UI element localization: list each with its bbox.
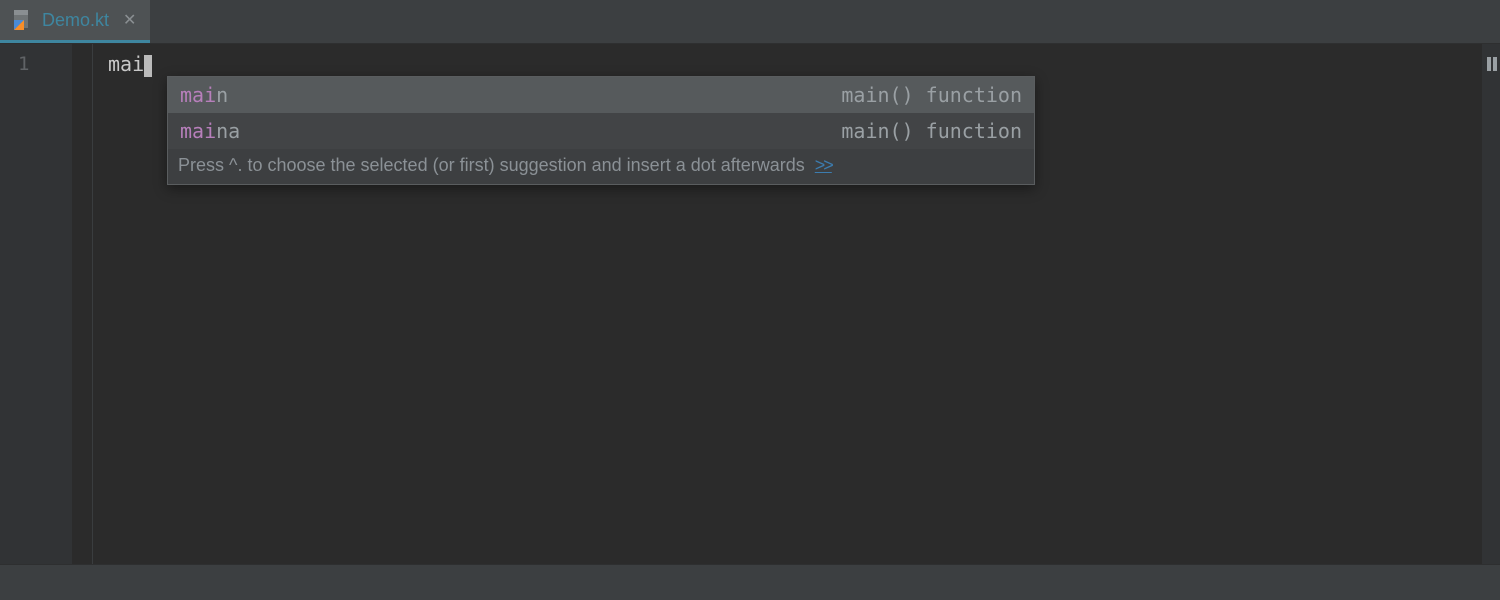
close-tab-icon[interactable]: ✕ xyxy=(123,10,136,30)
code-area[interactable]: mai main main() function maina main() fu… xyxy=(72,44,1482,564)
typed-text: mai xyxy=(108,52,144,76)
tab-bar: Demo.kt ✕ xyxy=(0,0,1500,44)
indent-guide xyxy=(92,44,93,564)
pause-icon[interactable] xyxy=(1486,52,1498,76)
autocomplete-hint: Press ^. to choose the selected (or firs… xyxy=(168,149,1034,184)
file-tab-label: Demo.kt xyxy=(42,10,109,31)
caret xyxy=(144,55,152,77)
editor[interactable]: 1 mai main main() function maina main() … xyxy=(0,44,1500,564)
autocomplete-more-link[interactable]: >> xyxy=(815,155,832,176)
code-line-1[interactable]: mai xyxy=(72,50,1482,78)
kotlin-file-icon xyxy=(10,8,34,32)
gutter: 1 xyxy=(0,44,72,564)
autocomplete-match: mai xyxy=(180,83,216,107)
right-gutter xyxy=(1482,44,1500,564)
status-bar xyxy=(0,564,1500,600)
autocomplete-desc: main() function xyxy=(841,83,1022,107)
autocomplete-rest: n xyxy=(216,83,228,107)
autocomplete-rest: na xyxy=(216,119,240,143)
autocomplete-item[interactable]: main main() function xyxy=(168,77,1034,113)
line-number: 1 xyxy=(18,50,72,78)
autocomplete-desc: main() function xyxy=(841,119,1022,143)
autocomplete-hint-text: Press ^. to choose the selected (or firs… xyxy=(178,155,805,176)
autocomplete-item[interactable]: maina main() function xyxy=(168,113,1034,149)
autocomplete-popup[interactable]: main main() function maina main() functi… xyxy=(167,76,1035,185)
file-tab[interactable]: Demo.kt ✕ xyxy=(0,0,150,43)
autocomplete-match: mai xyxy=(180,119,216,143)
